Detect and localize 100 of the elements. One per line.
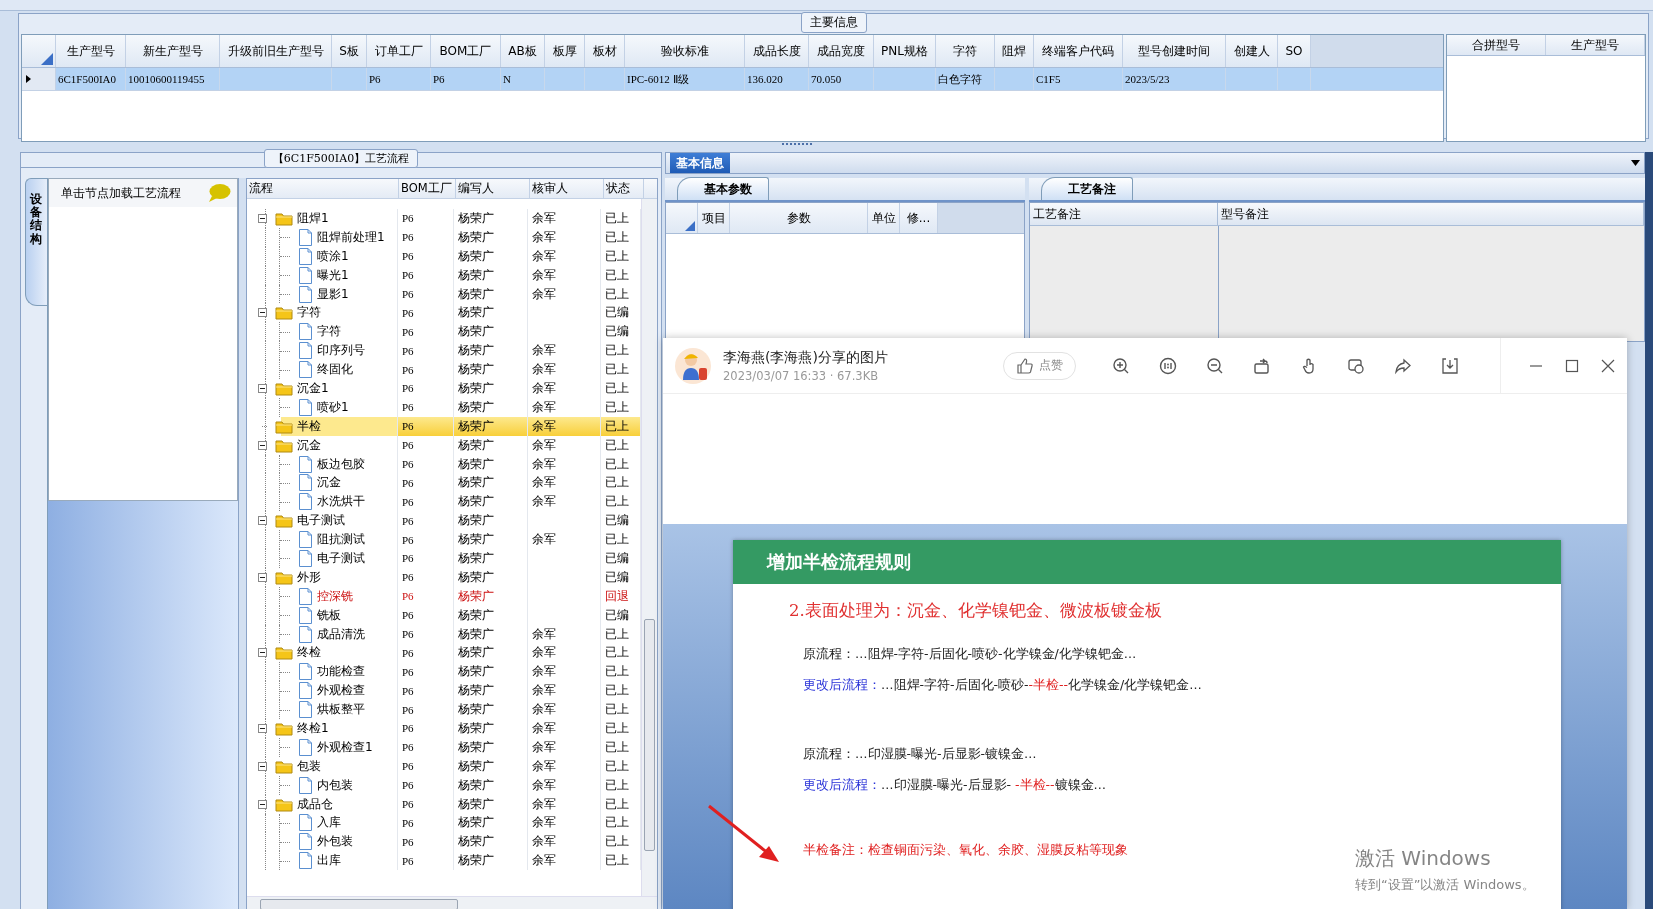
tree-row[interactable]: 外包装 P6 杨荣广 余军 已上 <box>247 832 641 852</box>
side-tab[interactable]: 设备结构 <box>25 178 47 306</box>
tree-row[interactable]: 铣板 P6 杨荣广 已编 <box>247 605 641 625</box>
tree-row[interactable]: 外观检查1 P6 杨荣广 余军 已上 <box>247 737 641 757</box>
tree-row[interactable]: 阻焊1 P6 杨荣广 余军 已上 <box>247 209 641 228</box>
column-header[interactable]: 订单工厂 <box>367 35 431 67</box>
collapse-icon[interactable] <box>258 440 267 450</box>
table-cell: 杨荣广 <box>458 776 495 794</box>
tree-row[interactable]: 内包装 P6 杨荣广 余军 已上 <box>247 775 641 795</box>
collapse-icon[interactable] <box>258 572 267 582</box>
column-header[interactable]: 编写人 <box>456 179 530 198</box>
column-header[interactable]: 项目 <box>698 203 730 233</box>
column-header[interactable]: 新生产型号 <box>126 35 220 67</box>
column-header[interactable]: 状态 <box>604 179 644 198</box>
tree-row[interactable]: 水洗烘干 P6 杨荣广 余军 已上 <box>247 492 641 512</box>
column-header[interactable]: 核审人 <box>530 179 604 198</box>
tree-row[interactable]: 电子测试 P6 杨荣广 已编 <box>247 549 641 568</box>
column-header[interactable]: 阻焊 <box>995 35 1034 67</box>
rotate-icon[interactable] <box>1253 356 1271 375</box>
tree-row[interactable]: 沉金 P6 杨荣广 余军 已上 <box>247 473 641 493</box>
collapse-icon[interactable] <box>258 761 267 771</box>
document-icon <box>298 531 313 549</box>
collapse-icon[interactable] <box>258 724 267 733</box>
zoom-out-icon[interactable] <box>1206 356 1224 375</box>
tree-row[interactable]: 功能检查 P6 杨荣广 余军 已上 <box>247 662 641 682</box>
column-header[interactable]: 板厚 <box>545 35 585 67</box>
column-header[interactable]: BOM工厂 <box>431 35 501 67</box>
tree-row[interactable]: 字符 P6 杨荣广 已编 <box>247 303 641 323</box>
column-header[interactable]: 生产型号 <box>56 35 126 67</box>
tree-row[interactable]: 阻抗测试 P6 杨荣广 余军 已上 <box>247 530 641 550</box>
column-header[interactable]: PNL规格 <box>874 35 936 67</box>
collapse-icon[interactable] <box>258 516 267 526</box>
column-header[interactable]: 升级前旧生产型号 <box>220 35 332 67</box>
tree-row[interactable]: 成品仓 P6 杨荣广 余军 已上 <box>247 794 641 814</box>
tree-row[interactable]: 出库 P6 杨荣广 余军 已上 <box>247 851 641 871</box>
column-header[interactable]: 合拼型号 <box>1447 35 1546 55</box>
tree-row[interactable]: 包装 P6 杨荣广 余军 已上 <box>247 756 641 776</box>
column-header[interactable]: 板材 <box>585 35 625 67</box>
table-cell: 回退 <box>605 587 630 605</box>
flow-text: 更改后流程：…印湿膜-曝光-后显影- -半检--镀镍金… <box>803 777 1107 794</box>
column-header[interactable]: 工艺备注 <box>1030 203 1218 225</box>
close-icon[interactable] <box>1601 358 1615 373</box>
tree-row[interactable]: 半检 P6 杨荣广 余军 已上 <box>247 416 641 436</box>
column-header[interactable]: 终端客户代码 <box>1034 35 1123 67</box>
column-header[interactable]: BOM工厂 <box>399 179 456 198</box>
tree-row[interactable]: 沉金 P6 杨荣广 余军 已上 <box>247 435 641 455</box>
horizontal-scrollbar[interactable] <box>247 896 657 909</box>
tree-row[interactable]: 阻焊前处理1 P6 杨荣广 余军 已上 <box>247 227 641 247</box>
tree-row[interactable]: 终检 P6 杨荣广 余军 已上 <box>247 643 641 663</box>
column-header[interactable]: S板 <box>332 35 367 67</box>
tree-row[interactable]: 喷砂1 P6 杨荣广 余军 已上 <box>247 397 641 417</box>
tree-row[interactable]: 板边包胶 P6 杨荣广 余军 已上 <box>247 454 641 474</box>
zoom-in-icon[interactable] <box>1112 356 1130 375</box>
tab[interactable]: 工艺备注 <box>1041 177 1133 200</box>
tree-row[interactable]: 外形 P6 杨荣广 已编 <box>247 567 641 587</box>
column-header[interactable]: 型号创建时间 <box>1123 35 1226 67</box>
tree-row[interactable]: 成品清洗 P6 杨荣广 余军 已上 <box>247 624 641 644</box>
collapse-icon[interactable] <box>258 648 267 658</box>
tab[interactable]: 基本信息 <box>670 153 730 173</box>
tab[interactable]: 基本参数 <box>677 177 769 200</box>
download-icon[interactable] <box>1441 356 1459 375</box>
vertical-scrollbar[interactable] <box>641 199 657 896</box>
tree-row[interactable]: 外观检查 P6 杨荣广 余军 已上 <box>247 681 641 701</box>
tree-row[interactable]: 终检1 P6 杨荣广 余军 已上 <box>247 719 641 738</box>
crop-icon[interactable] <box>1347 356 1365 375</box>
collapse-icon[interactable] <box>258 799 267 809</box>
column-header[interactable]: 字符 <box>936 35 995 67</box>
tree-row[interactable]: 终固化 P6 杨荣广 余军 已上 <box>247 360 641 379</box>
collapse-icon[interactable] <box>258 213 267 223</box>
tree-row[interactable]: 控深铣 P6 杨荣广 回退 <box>247 586 641 606</box>
column-header[interactable]: AB板 <box>501 35 545 67</box>
column-header[interactable]: 流程 <box>247 179 399 198</box>
dropdown-icon[interactable] <box>1631 160 1640 166</box>
column-header[interactable]: 单位 <box>868 203 900 233</box>
tree-row[interactable]: 印序列号 P6 杨荣广 余军 已上 <box>247 341 641 361</box>
column-header[interactable]: 成品宽度 <box>809 35 874 67</box>
actual-size-icon[interactable] <box>1159 356 1177 375</box>
column-header[interactable]: 型号备注 <box>1218 203 1644 225</box>
tree-row[interactable]: 字符 P6 杨荣广 已编 <box>247 322 641 342</box>
tree-row[interactable]: 入库 P6 杨荣广 余军 已上 <box>247 813 641 833</box>
collapse-icon[interactable] <box>258 308 267 318</box>
share-icon[interactable] <box>1394 356 1412 375</box>
column-header[interactable]: 参数 <box>730 203 868 233</box>
splitter-grip[interactable] <box>781 143 812 148</box>
tree-row[interactable]: 电子测试 P6 杨荣广 已编 <box>247 511 641 531</box>
tree-row[interactable]: 烘板整平 P6 杨荣广 余军 已上 <box>247 700 641 720</box>
column-header[interactable]: 验收标准 <box>625 35 745 67</box>
table-row[interactable]: 6C1F500IA0 10010600119455 P6 P6 N IPC-6012 Ⅱ级 136.020 70.050 白色字符 C1F5 2023/5/23 <box>22 68 1443 91</box>
avatar-icon <box>675 347 711 384</box>
maximize-icon[interactable] <box>1565 358 1579 373</box>
tree-row[interactable]: 沉金1 P6 杨荣广 余军 已上 <box>247 379 641 398</box>
tree-row[interactable]: 显影1 P6 杨荣广 余军 已上 <box>247 284 641 304</box>
table-cell: P6 <box>401 363 414 376</box>
like-button[interactable]: 点赞 <box>1003 351 1076 380</box>
column-header[interactable]: 创建人 <box>1226 35 1278 67</box>
collapse-icon[interactable] <box>258 383 267 393</box>
column-header[interactable]: 成品长度 <box>745 35 809 67</box>
column-header[interactable]: 生产型号 <box>1546 35 1645 55</box>
tree-row[interactable]: 喷涂1 P6 杨荣广 余军 已上 <box>247 246 641 266</box>
tree-row[interactable]: 曝光1 P6 杨荣广 余军 已上 <box>247 265 641 285</box>
